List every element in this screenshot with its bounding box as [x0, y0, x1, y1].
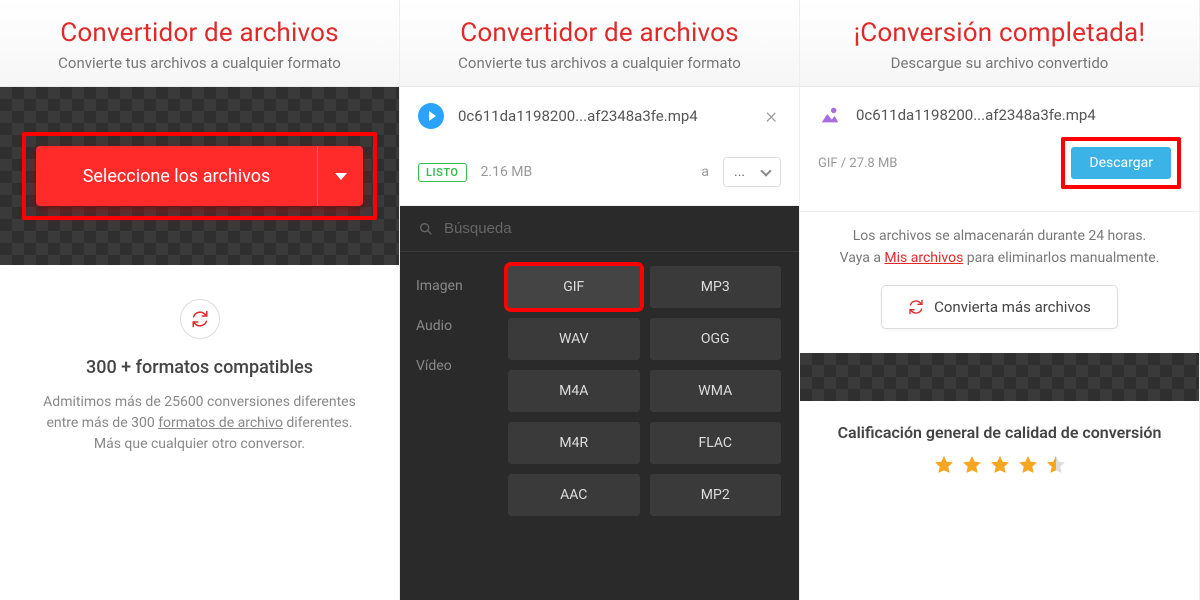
- target-format-value: ...: [734, 164, 745, 180]
- file-name: 0c611da1198200...af2348a3fe.mp4: [458, 107, 761, 125]
- category-list: Imagen Audio Vídeo: [400, 252, 508, 600]
- select-files-label: Seleccione los archivos: [36, 146, 317, 206]
- status-badge: LISTO: [418, 163, 467, 182]
- page-title: Convertidor de archivos: [10, 18, 389, 48]
- header: ¡Conversión completada! Descargue su arc…: [800, 0, 1199, 87]
- format-option-ogg[interactable]: OGG: [650, 318, 782, 360]
- format-option-mp2[interactable]: MP2: [650, 474, 782, 516]
- star-icon: [989, 454, 1011, 476]
- format-option-aac[interactable]: AAC: [508, 474, 640, 516]
- search-input[interactable]: [444, 220, 781, 237]
- formats-link[interactable]: formatos de archivo: [158, 415, 283, 431]
- upload-area: Seleccione los archivos: [0, 87, 399, 265]
- panel-step-3: ¡Conversión completada! Descargue su arc…: [800, 0, 1200, 600]
- star-icon: [1045, 454, 1067, 476]
- format-picker: Imagen Audio Vídeo GIFMP3WAVOGGM4AWMAM4R…: [400, 206, 799, 600]
- header: Convertidor de archivos Convierte tus ar…: [0, 0, 399, 87]
- result-meta: GIF / 27.8 MB: [818, 156, 897, 171]
- download-button[interactable]: Descargar: [1071, 147, 1171, 179]
- format-grid: GIFMP3WAVOGGM4AWMAM4RFLACAACMP2: [508, 252, 799, 600]
- file-meta-row: LISTO 2.16 MB a ...: [400, 145, 799, 206]
- image-icon: [818, 103, 842, 127]
- panel-step-2: Convertidor de archivos Convierte tus ar…: [400, 0, 800, 600]
- download-row: GIF / 27.8 MB Descargar: [800, 133, 1199, 212]
- rating-title: Calificación general de calidad de conve…: [820, 423, 1179, 442]
- highlight-box: Seleccione los archivos: [22, 132, 377, 220]
- format-option-m4r[interactable]: M4R: [508, 422, 640, 464]
- file-row: 0c611da1198200...af2348a3fe.mp4 ×: [400, 87, 799, 145]
- header: Convertidor de archivos Convierte tus ar…: [400, 0, 799, 87]
- search-row: [400, 206, 799, 252]
- star-icon: [961, 454, 983, 476]
- formats-description: Admitimos más de 25600 conversiones dife…: [40, 392, 359, 455]
- formats-title: 300 + formatos compatibles: [40, 357, 359, 378]
- target-format-select[interactable]: ...: [723, 157, 781, 187]
- star-icon: [933, 454, 955, 476]
- category-imagen[interactable]: Imagen: [400, 266, 508, 306]
- storage-message: Los archivos se almacenarán durante 24 h…: [800, 212, 1199, 269]
- chevron-down-icon: [335, 173, 347, 180]
- rating-stars: [820, 454, 1179, 476]
- format-option-wav[interactable]: WAV: [508, 318, 640, 360]
- play-icon[interactable]: [418, 103, 444, 129]
- convert-more-label: Convierta más archivos: [934, 298, 1091, 316]
- category-video[interactable]: Vídeo: [400, 346, 508, 386]
- format-option-mp3[interactable]: MP3: [650, 266, 782, 308]
- to-label: a: [701, 164, 709, 180]
- file-row: 0c611da1198200...af2348a3fe.mp4: [800, 87, 1199, 133]
- format-option-gif[interactable]: GIF: [508, 266, 640, 308]
- rating-block: Calificación general de calidad de conve…: [800, 419, 1199, 480]
- select-files-dropdown[interactable]: [317, 146, 363, 206]
- format-option-m4a[interactable]: M4A: [508, 370, 640, 412]
- file-name: 0c611da1198200...af2348a3fe.mp4: [856, 106, 1181, 124]
- refresh-icon: [180, 299, 220, 339]
- refresh-icon: [908, 299, 924, 315]
- format-option-flac[interactable]: FLAC: [650, 422, 782, 464]
- category-audio[interactable]: Audio: [400, 306, 508, 346]
- convert-more-wrap: Convierta más archivos: [800, 269, 1199, 335]
- my-files-link[interactable]: Mis archivos: [884, 250, 963, 266]
- file-size: 2.16 MB: [481, 164, 533, 180]
- convert-more-button[interactable]: Convierta más archivos: [881, 285, 1118, 329]
- page-title: ¡Conversión completada!: [810, 18, 1189, 48]
- page-subtitle: Convierte tus archivos a cualquier forma…: [410, 54, 789, 72]
- page-title: Convertidor de archivos: [410, 18, 789, 48]
- formats-info: 300 + formatos compatibles Admitimos más…: [0, 265, 399, 455]
- select-files-button[interactable]: Seleccione los archivos: [36, 146, 363, 206]
- chevron-down-icon: [760, 165, 771, 176]
- page-subtitle: Descargue su archivo convertido: [810, 54, 1189, 72]
- panel-step-1: Convertidor de archivos Convierte tus ar…: [0, 0, 400, 600]
- search-icon: [418, 221, 434, 237]
- highlight-box: Descargar: [1061, 137, 1181, 189]
- remove-file-button[interactable]: ×: [761, 104, 781, 129]
- page-subtitle: Convierte tus archivos a cualquier forma…: [10, 54, 389, 72]
- format-option-wma[interactable]: WMA: [650, 370, 782, 412]
- star-icon: [1017, 454, 1039, 476]
- decorative-strip: [800, 353, 1199, 401]
